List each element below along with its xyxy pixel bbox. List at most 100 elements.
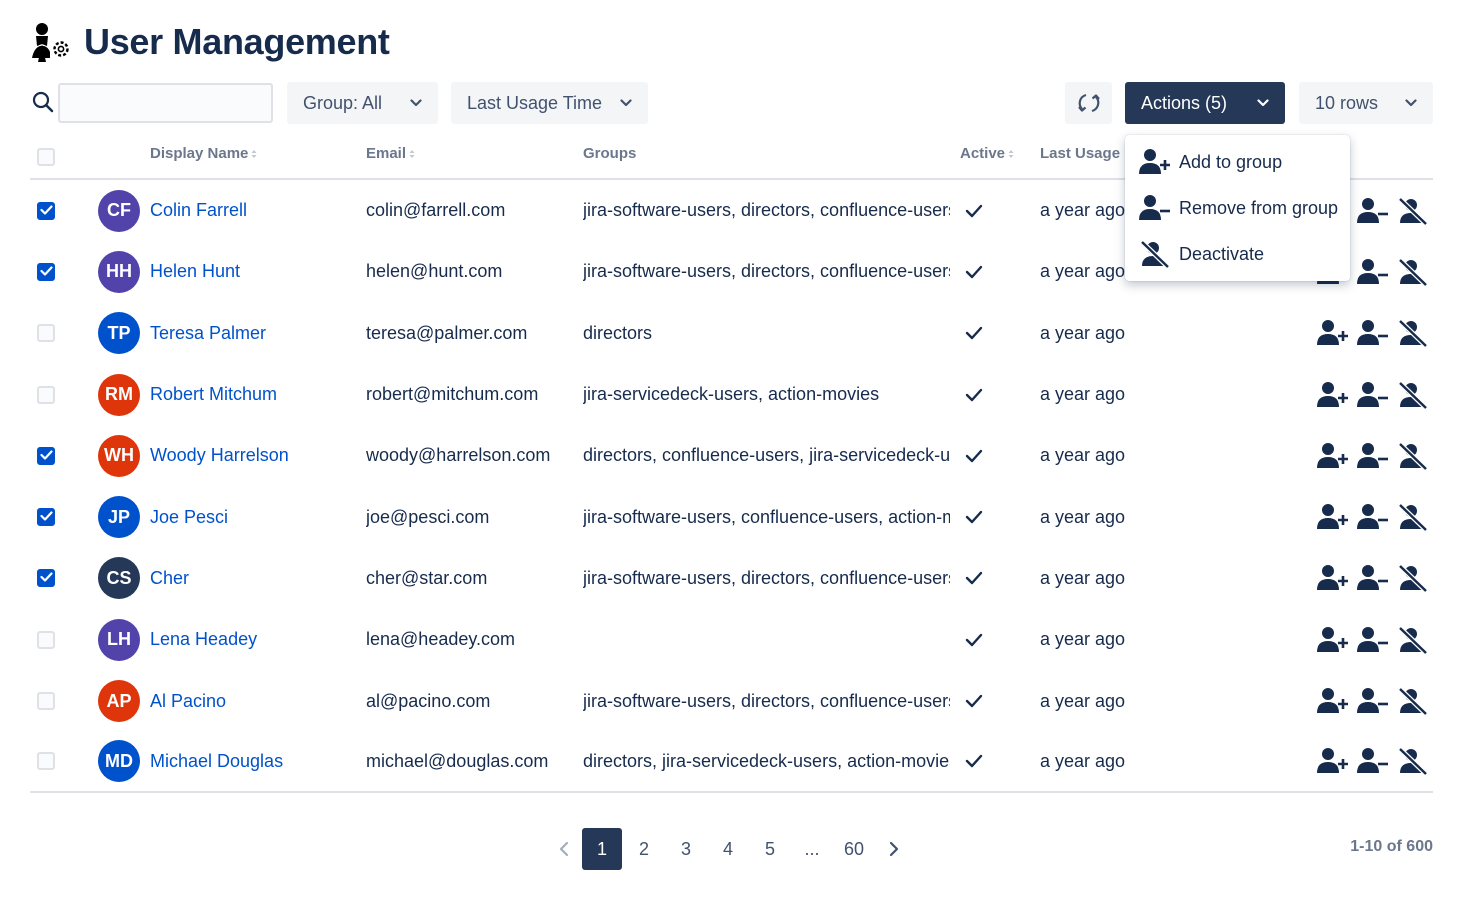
page-button[interactable]: 2 bbox=[624, 828, 664, 870]
column-groups: Groups bbox=[583, 145, 637, 162]
user-remove-icon[interactable] bbox=[1357, 197, 1389, 225]
user-name-link[interactable]: Lena Headey bbox=[150, 609, 257, 670]
table-row[interactable]: MD Michael Douglas michael@douglas.com dire… bbox=[30, 732, 1433, 793]
row-actions bbox=[1317, 503, 1429, 532]
page-button[interactable]: 1 bbox=[582, 828, 622, 870]
user-deactivate-icon[interactable] bbox=[1397, 196, 1429, 225]
row-actions bbox=[1317, 625, 1429, 654]
actions-dropdown-button[interactable]: Actions (5) bbox=[1125, 82, 1285, 124]
table-row[interactable]: AP Al Pacino al@pacino.com jira-software-us… bbox=[30, 670, 1433, 731]
column-email[interactable]: Email bbox=[366, 145, 415, 162]
group-filter-dropdown[interactable]: Group: All bbox=[287, 82, 438, 124]
avatar: CF bbox=[98, 189, 140, 232]
user-name-link[interactable]: Robert Mitchum bbox=[150, 364, 277, 425]
user-add-icon[interactable] bbox=[1317, 626, 1349, 654]
table-row[interactable]: WH Woody Harrelson woody@harrelson.com dire… bbox=[30, 425, 1433, 486]
user-add-icon[interactable] bbox=[1317, 381, 1349, 409]
actions-menu: Add to group Remove from group Deactivat… bbox=[1125, 135, 1350, 281]
user-add-icon[interactable] bbox=[1317, 442, 1349, 470]
row-checkbox[interactable] bbox=[37, 569, 55, 588]
table-row[interactable]: LH Lena Headey lena@headey.com a year ago bbox=[30, 609, 1433, 670]
user-deactivate-icon[interactable] bbox=[1397, 625, 1429, 654]
table-row[interactable]: JP Joe Pesci joe@pesci.com jira-software-us… bbox=[30, 486, 1433, 547]
user-remove-icon[interactable] bbox=[1357, 258, 1389, 286]
last-usage-filter-dropdown[interactable]: Last Usage Time bbox=[451, 82, 648, 124]
user-name-link[interactable]: Michael Douglas bbox=[150, 732, 283, 791]
user-add-icon[interactable] bbox=[1317, 564, 1349, 592]
user-groups: directors, jira-servicedeck-users, actio… bbox=[583, 750, 950, 771]
avatar: RM bbox=[98, 373, 140, 416]
select-all-checkbox[interactable] bbox=[37, 148, 55, 166]
row-checkbox[interactable] bbox=[37, 752, 55, 771]
row-checkbox[interactable] bbox=[37, 508, 55, 527]
chevron-down-icon bbox=[410, 99, 422, 107]
row-checkbox[interactable] bbox=[37, 692, 55, 711]
table-row[interactable]: TP Teresa Palmer teresa@palmer.com director… bbox=[30, 303, 1433, 364]
user-remove-icon[interactable] bbox=[1357, 319, 1389, 347]
previous-page-button[interactable] bbox=[550, 828, 578, 870]
search-input[interactable] bbox=[58, 83, 273, 123]
user-deactivate-icon[interactable] bbox=[1397, 258, 1429, 286]
rows-per-page-dropdown[interactable]: 10 rows bbox=[1299, 82, 1433, 124]
user-name-link[interactable]: Helen Hunt bbox=[150, 241, 240, 302]
user-name-link[interactable]: Cher bbox=[150, 548, 189, 609]
user-name-link[interactable]: Al Pacino bbox=[150, 670, 226, 731]
next-page-button[interactable] bbox=[880, 828, 908, 870]
user-deactivate-icon[interactable] bbox=[1397, 564, 1429, 593]
page-button[interactable]: 60 bbox=[834, 828, 874, 870]
page-title: User Management bbox=[84, 21, 390, 62]
user-deactivate-icon[interactable] bbox=[1397, 380, 1429, 409]
active-check-icon bbox=[965, 670, 983, 731]
row-checkbox[interactable] bbox=[37, 446, 55, 465]
menu-item-deactivate[interactable]: Deactivate bbox=[1125, 231, 1350, 277]
user-remove-icon[interactable] bbox=[1357, 626, 1389, 654]
user-name-link[interactable]: Teresa Palmer bbox=[150, 303, 266, 364]
column-last-usage[interactable]: Last Usage bbox=[1040, 145, 1120, 162]
user-add-icon[interactable] bbox=[1317, 747, 1349, 775]
user-email: helen@hunt.com bbox=[366, 261, 503, 282]
page-button[interactable]: 3 bbox=[666, 828, 706, 870]
avatar: HH bbox=[98, 250, 140, 293]
user-remove-icon[interactable] bbox=[1357, 442, 1389, 470]
user-remove-icon[interactable] bbox=[1357, 687, 1389, 715]
user-remove-icon[interactable] bbox=[1357, 503, 1389, 531]
user-remove-icon bbox=[1139, 195, 1170, 220]
user-name-link[interactable]: Colin Farrell bbox=[150, 180, 247, 241]
row-checkbox[interactable] bbox=[37, 201, 55, 220]
column-active[interactable]: Active bbox=[960, 145, 1014, 162]
row-checkbox[interactable] bbox=[37, 385, 55, 404]
menu-item-add-to-group[interactable]: Add to group bbox=[1125, 139, 1350, 185]
user-name-link[interactable]: Woody Harrelson bbox=[150, 425, 289, 486]
results-count: 1-10 of 600 bbox=[1350, 838, 1433, 855]
chevron-down-icon bbox=[1257, 99, 1269, 107]
user-deactivate-icon[interactable] bbox=[1397, 687, 1429, 716]
table-row[interactable]: RM Robert Mitchum robert@mitchum.com jira-s… bbox=[30, 364, 1433, 425]
user-deactivate-icon[interactable] bbox=[1397, 747, 1429, 776]
user-add-icon[interactable] bbox=[1317, 319, 1349, 347]
user-add-icon[interactable] bbox=[1317, 687, 1349, 715]
user-remove-icon[interactable] bbox=[1357, 747, 1389, 775]
column-display-name[interactable]: Display Name bbox=[150, 145, 257, 162]
user-name-link[interactable]: Joe Pesci bbox=[150, 486, 228, 547]
last-usage: a year ago bbox=[1040, 629, 1126, 650]
user-add-icon[interactable] bbox=[1317, 503, 1349, 531]
last-usage-filter-label: Last Usage Time bbox=[467, 92, 603, 113]
user-remove-icon[interactable] bbox=[1357, 381, 1389, 409]
page-button[interactable]: 5 bbox=[750, 828, 790, 870]
refresh-button[interactable] bbox=[1065, 82, 1112, 124]
avatar: WH bbox=[98, 434, 140, 477]
user-deactivate-icon[interactable] bbox=[1397, 503, 1429, 532]
user-email: woody@harrelson.com bbox=[366, 445, 551, 466]
row-checkbox[interactable] bbox=[37, 630, 55, 649]
menu-item-remove-from-group[interactable]: Remove from group bbox=[1125, 185, 1350, 231]
user-remove-icon[interactable] bbox=[1357, 564, 1389, 592]
pagination: 1 2 3 4 5... 60 bbox=[550, 828, 908, 870]
page-button[interactable]: 4 bbox=[708, 828, 748, 870]
row-checkbox[interactable] bbox=[37, 262, 55, 281]
user-email: al@pacino.com bbox=[366, 690, 491, 711]
row-checkbox[interactable] bbox=[37, 324, 55, 343]
table-row[interactable]: CS Cher cher@star.com jira-software-users, … bbox=[30, 548, 1433, 609]
user-deactivate-icon[interactable] bbox=[1397, 442, 1429, 470]
user-groups: jira-software-users, directors, confluen… bbox=[583, 567, 950, 588]
user-deactivate-icon[interactable] bbox=[1397, 319, 1429, 348]
